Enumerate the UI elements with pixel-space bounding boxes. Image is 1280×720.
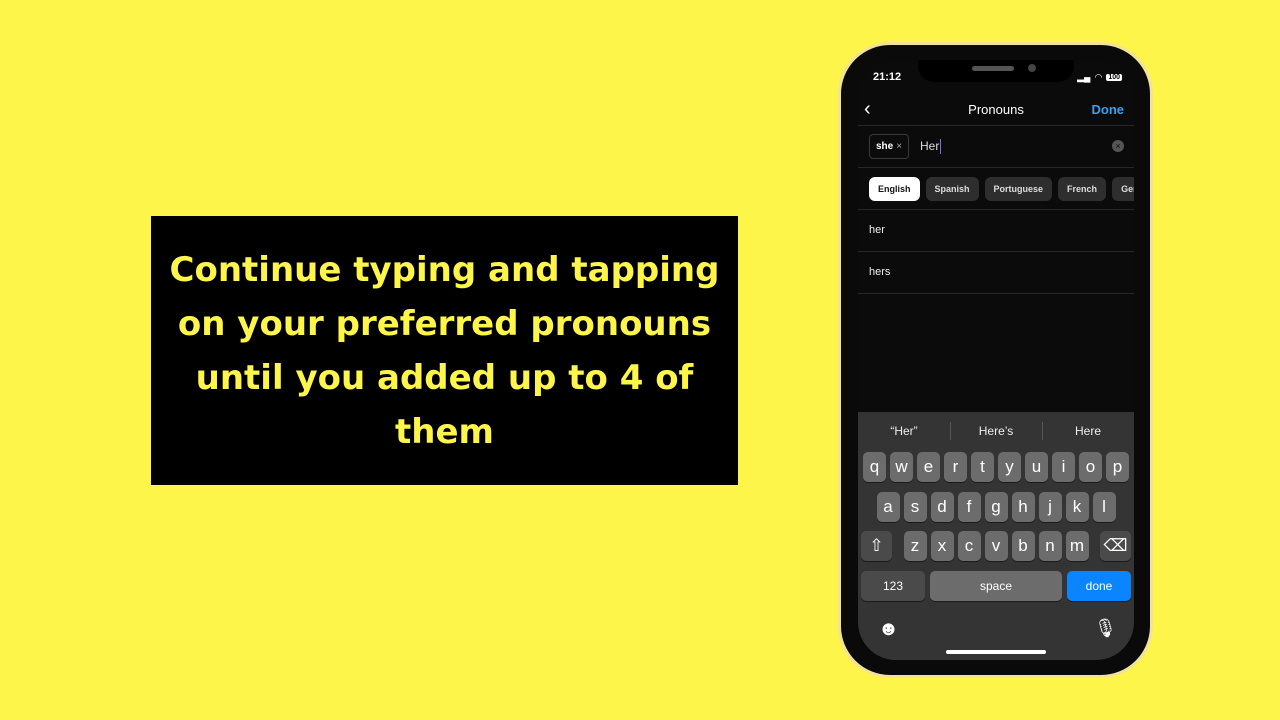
language-tab[interactable]: French	[1058, 177, 1107, 201]
clear-input-icon[interactable]: ×	[1112, 140, 1124, 152]
chip-label: she	[876, 141, 894, 152]
key-y[interactable]: y	[998, 452, 1021, 482]
key-h[interactable]: h	[1011, 492, 1035, 522]
suggestion[interactable]: “Her”	[858, 412, 950, 450]
key-z[interactable]: z	[903, 531, 927, 561]
key-k[interactable]: k	[1065, 492, 1089, 522]
divider	[858, 125, 1134, 126]
key-n[interactable]: n	[1038, 531, 1062, 561]
phone-screen: 21:12 ▂▄ ◠ 100 ‹ Pronouns Done she × Her × …	[858, 60, 1134, 660]
microphone-icon[interactable]: 🎙︎	[1094, 618, 1117, 639]
result-item[interactable]: her	[858, 210, 1134, 252]
language-tab[interactable]: Ger	[1112, 177, 1134, 201]
language-tab[interactable]: English	[869, 177, 920, 201]
result-item[interactable]: hers	[858, 252, 1134, 294]
key-p[interactable]: p	[1106, 452, 1129, 482]
signal-icon: ▂▄	[1077, 72, 1091, 82]
suggestion[interactable]: Here’s	[950, 412, 1042, 450]
key-q[interactable]: q	[863, 452, 886, 482]
language-filter: EnglishSpanishPortugueseFrenchGer	[869, 177, 1134, 201]
key-m[interactable]: m	[1065, 531, 1089, 561]
remove-chip-icon[interactable]: ×	[896, 141, 902, 152]
key-w[interactable]: w	[890, 452, 913, 482]
key-b[interactable]: b	[1011, 531, 1035, 561]
done-key[interactable]: done	[1066, 571, 1131, 601]
space-key[interactable]: space	[930, 571, 1062, 601]
key-s[interactable]: s	[903, 492, 927, 522]
key-o[interactable]: o	[1079, 452, 1102, 482]
key-g[interactable]: g	[984, 492, 1008, 522]
backspace-icon[interactable]: ⌫	[1100, 531, 1131, 561]
key-j[interactable]: j	[1038, 492, 1062, 522]
pronoun-chip[interactable]: she ×	[869, 134, 910, 159]
key-r[interactable]: r	[944, 452, 967, 482]
done-button[interactable]: Done	[1092, 102, 1125, 117]
key-i[interactable]: i	[1052, 452, 1075, 482]
shift-icon[interactable]: ⇧	[861, 531, 892, 561]
key-x[interactable]: x	[930, 531, 954, 561]
key-e[interactable]: e	[917, 452, 940, 482]
key-l[interactable]: l	[1092, 492, 1116, 522]
key-t[interactable]: t	[971, 452, 994, 482]
language-tab[interactable]: Portuguese	[984, 177, 1053, 201]
suggestion-bar: “Her” Here’s Here	[858, 412, 1134, 450]
key-d[interactable]: d	[930, 492, 954, 522]
numbers-key[interactable]: 123	[861, 571, 926, 601]
emoji-icon[interactable]: ☻	[878, 618, 899, 641]
language-tab[interactable]: Spanish	[925, 177, 979, 201]
suggestion[interactable]: Here	[1042, 412, 1134, 450]
key-u[interactable]: u	[1025, 452, 1048, 482]
caption-text: Continue typing and tapping on your pref…	[169, 249, 720, 452]
status-time: 21:12	[873, 71, 902, 83]
wifi-icon: ◠	[1094, 72, 1103, 82]
keyboard: “Her” Here’s Here qwertyuiop asdfghjkl ⇧…	[858, 412, 1134, 660]
key-a[interactable]: a	[876, 492, 900, 522]
status-icons: ▂▄ ◠ 100	[1077, 72, 1122, 83]
notch	[918, 60, 1074, 82]
divider	[858, 167, 1134, 168]
key-f[interactable]: f	[957, 492, 981, 522]
instruction-caption: Continue typing and tapping on your pref…	[151, 216, 738, 485]
key-v[interactable]: v	[984, 531, 1008, 561]
key-c[interactable]: c	[957, 531, 981, 561]
home-indicator	[946, 650, 1046, 654]
battery-icon: 100	[1106, 74, 1122, 81]
pronoun-search-input[interactable]: Her	[920, 139, 942, 154]
